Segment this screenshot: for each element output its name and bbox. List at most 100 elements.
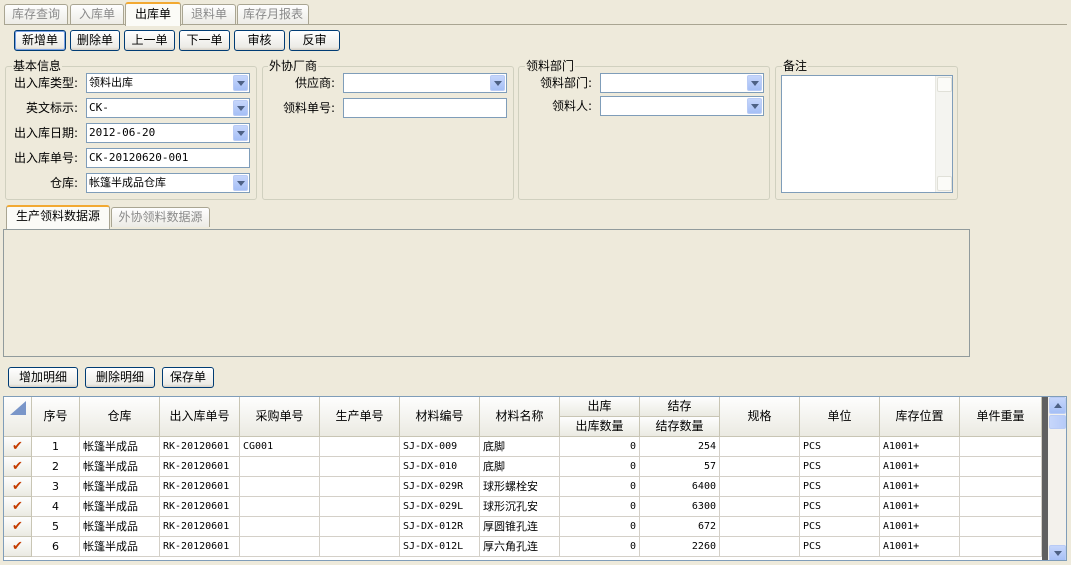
next-button[interactable]: 下一单: [179, 30, 230, 51]
warehouse-select[interactable]: 帐篷半成品仓库: [86, 173, 250, 193]
remark-textarea[interactable]: [781, 75, 953, 193]
col-mo-no[interactable]: 生产单号: [320, 397, 400, 437]
cell-wt[interactable]: [960, 517, 1042, 537]
cell-unit[interactable]: PCS: [800, 437, 880, 457]
chevron-down-icon[interactable]: [747, 75, 762, 91]
cell-loc[interactable]: A1001+: [880, 517, 960, 537]
cell-name[interactable]: 底脚: [480, 437, 560, 457]
type-select[interactable]: 领料出库: [86, 73, 250, 93]
cell-wt[interactable]: [960, 477, 1042, 497]
cell-code[interactable]: SJ-DX-010: [400, 457, 480, 477]
dept-select[interactable]: [600, 73, 764, 93]
cell-seq[interactable]: 6: [32, 537, 80, 557]
cell-seq[interactable]: 5: [32, 517, 80, 537]
prev-button[interactable]: 上一单: [124, 30, 175, 51]
cell-out-qty[interactable]: 0: [560, 457, 640, 477]
cell-wh[interactable]: 帐篷半成品: [80, 437, 160, 457]
cell-po[interactable]: [240, 457, 320, 477]
chevron-down-icon[interactable]: [233, 75, 248, 91]
cell-out-qty[interactable]: 0: [560, 497, 640, 517]
cell-mo[interactable]: [320, 477, 400, 497]
col-po-no[interactable]: 采购单号: [240, 397, 320, 437]
tab-monthly-report[interactable]: 库存月报表: [237, 4, 309, 25]
chevron-down-icon[interactable]: [233, 175, 248, 191]
chevron-down-icon[interactable]: [747, 98, 762, 114]
check-icon[interactable]: ✔: [4, 517, 32, 537]
cell-po[interactable]: [240, 517, 320, 537]
cell-name[interactable]: 球形沉孔安: [480, 497, 560, 517]
col-unit-weight[interactable]: 单件重量: [960, 397, 1042, 437]
delete-button[interactable]: 删除单: [70, 30, 120, 51]
cell-wh[interactable]: 帐篷半成品: [80, 517, 160, 537]
cell-loc[interactable]: A1001+: [880, 477, 960, 497]
supplier-select[interactable]: [343, 73, 507, 93]
cell-mo[interactable]: [320, 437, 400, 457]
en-select[interactable]: CK-: [86, 98, 250, 118]
cell-spec[interactable]: [720, 437, 800, 457]
cell-io-no[interactable]: RK-20120601: [160, 457, 240, 477]
cell-code[interactable]: SJ-DX-012L: [400, 537, 480, 557]
col-balance-qty[interactable]: 结存数量: [640, 417, 720, 437]
col-material-name[interactable]: 材料名称: [480, 397, 560, 437]
col-out-qty[interactable]: 出库数量: [560, 417, 640, 437]
cell-loc[interactable]: A1001+: [880, 537, 960, 557]
scroll-up-icon[interactable]: [937, 77, 952, 92]
cell-mo[interactable]: [320, 517, 400, 537]
cell-wt[interactable]: [960, 457, 1042, 477]
tab-return[interactable]: 退料单: [182, 4, 236, 25]
cell-mo[interactable]: [320, 457, 400, 477]
check-icon[interactable]: ✔: [4, 497, 32, 517]
col-io-no[interactable]: 出入库单号: [160, 397, 240, 437]
cell-io-no[interactable]: RK-20120601: [160, 517, 240, 537]
cell-out-qty[interactable]: 0: [560, 517, 640, 537]
cell-spec[interactable]: [720, 497, 800, 517]
cell-name[interactable]: 底脚: [480, 457, 560, 477]
cell-unit[interactable]: PCS: [800, 457, 880, 477]
cell-po[interactable]: [240, 497, 320, 517]
col-location[interactable]: 库存位置: [880, 397, 960, 437]
chevron-down-icon[interactable]: [233, 100, 248, 116]
cell-code[interactable]: SJ-DX-029R: [400, 477, 480, 497]
tab-inventory-query[interactable]: 库存查询: [4, 4, 68, 25]
tab-outbound[interactable]: 出库单: [125, 2, 181, 26]
cell-name[interactable]: 厚六角孔连: [480, 537, 560, 557]
cell-seq[interactable]: 4: [32, 497, 80, 517]
date-picker[interactable]: 2012-06-20: [86, 123, 250, 143]
chevron-down-icon[interactable]: [233, 125, 248, 141]
cell-unit[interactable]: PCS: [800, 497, 880, 517]
col-seq[interactable]: 序号: [32, 397, 80, 437]
scroll-down-icon[interactable]: [1049, 545, 1066, 560]
cell-name[interactable]: 球形螺栓安: [480, 477, 560, 497]
cell-code[interactable]: SJ-DX-012R: [400, 517, 480, 537]
cell-name[interactable]: 厚圆锥孔连: [480, 517, 560, 537]
cell-bal-qty[interactable]: 6300: [640, 497, 720, 517]
cell-loc[interactable]: A1001+: [880, 437, 960, 457]
cell-po[interactable]: [240, 537, 320, 557]
cell-loc[interactable]: A1001+: [880, 457, 960, 477]
pick-no-field[interactable]: [343, 98, 507, 118]
cell-out-qty[interactable]: 0: [560, 477, 640, 497]
cell-wh[interactable]: 帐篷半成品: [80, 457, 160, 477]
grid-scrollbar[interactable]: [1048, 397, 1066, 560]
cell-po[interactable]: [240, 477, 320, 497]
order-no-field[interactable]: CK-20120620-001: [86, 148, 250, 168]
approve-button[interactable]: 审核: [234, 30, 285, 51]
cell-code[interactable]: SJ-DX-029L: [400, 497, 480, 517]
person-select[interactable]: [600, 96, 764, 116]
cell-code[interactable]: SJ-DX-009: [400, 437, 480, 457]
new-button[interactable]: 新增单: [14, 30, 66, 51]
cell-wt[interactable]: [960, 437, 1042, 457]
cell-spec[interactable]: [720, 537, 800, 557]
cell-bal-qty[interactable]: 6400: [640, 477, 720, 497]
tab-production-source[interactable]: 生产领料数据源: [6, 205, 110, 229]
add-detail-button[interactable]: 增加明细: [8, 367, 78, 388]
unapprove-button[interactable]: 反审: [289, 30, 340, 51]
col-material-code[interactable]: 材料编号: [400, 397, 480, 437]
cell-io-no[interactable]: RK-20120601: [160, 437, 240, 457]
col-unit[interactable]: 单位: [800, 397, 880, 437]
cell-io-no[interactable]: RK-20120601: [160, 497, 240, 517]
cell-bal-qty[interactable]: 57: [640, 457, 720, 477]
cell-wh[interactable]: 帐篷半成品: [80, 537, 160, 557]
cell-io-no[interactable]: RK-20120601: [160, 477, 240, 497]
scroll-up-icon[interactable]: [1049, 397, 1066, 414]
